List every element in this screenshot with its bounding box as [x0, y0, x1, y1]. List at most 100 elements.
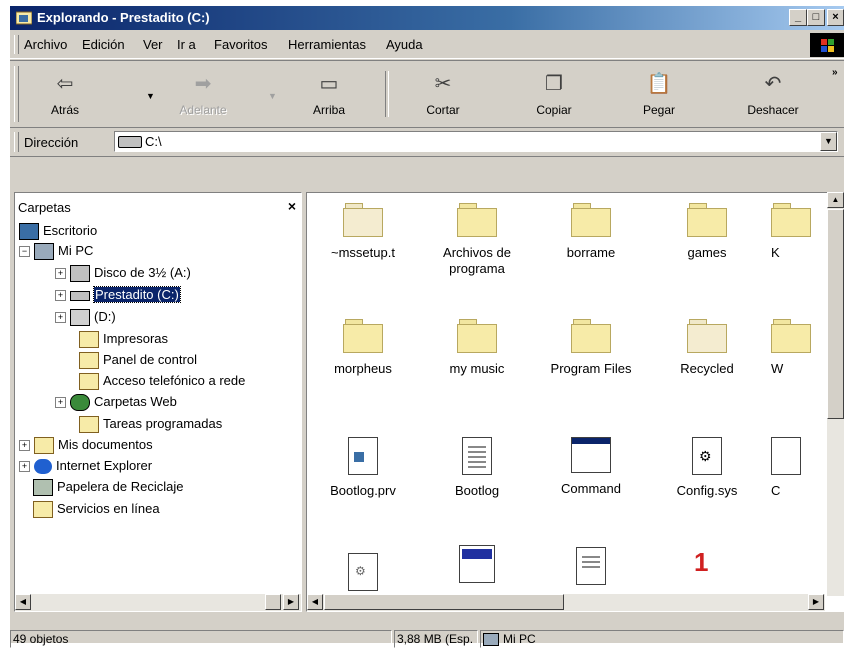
file-item[interactable]: my music	[422, 319, 532, 377]
title-bar[interactable]: Explorando - Prestadito (C:) _ □ ×	[10, 6, 844, 30]
file-name: W	[771, 361, 784, 376]
menu-ayuda[interactable]: Ayuda	[386, 37, 423, 52]
files-vertical-scrollbar[interactable]: ▲	[827, 192, 844, 596]
expand-icon[interactable]: +	[55, 397, 66, 409]
tree-item-disco-a[interactable]: + Disco de 3½ (A:)	[55, 263, 191, 283]
expand-icon[interactable]: +	[19, 461, 30, 473]
up-button[interactable]: ▭ Arriba	[294, 65, 364, 123]
scroll-thumb[interactable]	[827, 209, 844, 419]
file-item[interactable]: W	[771, 319, 831, 377]
file-item[interactable]: Command	[536, 437, 646, 497]
expand-icon[interactable]: +	[55, 290, 66, 302]
file-name: Program Files	[550, 361, 632, 376]
toolbar-grip[interactable]	[14, 66, 19, 122]
status-object-count: 49 objetos	[10, 630, 392, 648]
scroll-thumb[interactable]	[324, 594, 564, 610]
file-item[interactable]	[422, 545, 532, 583]
file-name: Recycled	[680, 361, 734, 376]
menu-ver[interactable]: Ver	[143, 37, 163, 52]
tree-item-servicios-en-linea[interactable]: Servicios en línea	[33, 499, 160, 519]
collapse-icon[interactable]: −	[19, 246, 30, 258]
file-item[interactable]: K	[771, 203, 831, 261]
files-horizontal-scrollbar[interactable]: ◀ ▶	[307, 594, 825, 611]
copy-button[interactable]: ❐ Copiar	[519, 65, 589, 123]
minimize-button[interactable]: _	[789, 9, 807, 26]
maximize-button[interactable]: □	[807, 9, 825, 26]
file-item[interactable]: Bootlog	[422, 437, 532, 499]
close-pane-button[interactable]: ×	[288, 198, 296, 214]
file-item[interactable]: Bootlog.prv	[308, 437, 418, 499]
tree-item-escritorio[interactable]: Escritorio	[19, 221, 97, 241]
folders-horizontal-scrollbar[interactable]: ◀ ▶	[15, 594, 301, 611]
file-item[interactable]: ⚙	[308, 553, 418, 591]
tree-item-carpetas-web[interactable]: + Carpetas Web	[55, 392, 177, 412]
forward-button[interactable]: ➡ Adelante	[168, 65, 238, 123]
scheduled-tasks-icon	[79, 416, 99, 434]
prv-file-icon	[348, 437, 378, 475]
menu-edicion[interactable]: Edición	[82, 37, 125, 52]
undo-label: Deshacer	[747, 103, 799, 117]
close-button[interactable]: ×	[827, 9, 844, 26]
expand-icon[interactable]: +	[55, 312, 66, 324]
forward-dropdown-icon[interactable]: ▼	[268, 91, 277, 101]
tree-item-prestadito-c[interactable]: + Prestadito (C:)	[55, 285, 181, 305]
file-item[interactable]: Archivos de programa	[422, 203, 532, 277]
forward-arrow-icon: ➡	[194, 73, 212, 95]
paste-button[interactable]: 📋 Pegar	[624, 65, 694, 123]
scroll-up-button[interactable]: ▲	[827, 192, 844, 208]
tree-item-internet-explorer[interactable]: + Internet Explorer	[19, 456, 152, 476]
expand-icon[interactable]: +	[19, 440, 30, 452]
status-bar: 49 objetos 3,88 MB (Esp. Mi PC	[10, 628, 844, 649]
file-item[interactable]: morpheus	[308, 319, 418, 377]
file-item[interactable]: ~mssetup.t	[308, 203, 418, 261]
scroll-thumb[interactable]	[265, 594, 281, 610]
address-label: Dirección	[24, 135, 79, 150]
tree-item-mis-documentos[interactable]: + Mis documentos	[19, 435, 153, 455]
dialup-folder-icon	[79, 373, 99, 391]
menu-favoritos[interactable]: Favoritos	[214, 37, 267, 52]
folder-icon	[771, 319, 811, 353]
window-title: Explorando - Prestadito (C:)	[37, 10, 210, 25]
menu-archivo[interactable]: Archivo	[24, 37, 67, 52]
hard-drive-icon	[70, 290, 90, 301]
tree-item-panel-de-control[interactable]: Panel de control	[79, 350, 197, 370]
file-item[interactable]: Recycled	[652, 319, 762, 377]
menu-grip[interactable]	[14, 35, 19, 54]
tree-item-acceso-telefonico[interactable]: Acceso telefónico a rede	[79, 371, 245, 391]
toolbar-overflow-icon[interactable]: »	[832, 67, 838, 78]
expand-icon[interactable]: +	[55, 268, 66, 280]
file-item[interactable]: games	[652, 203, 762, 261]
file-item[interactable]: Program Files	[536, 319, 646, 377]
scroll-right-button[interactable]: ▶	[283, 594, 299, 610]
tree-item-impresoras[interactable]: Impresoras	[79, 329, 168, 349]
tree-item-mi-pc[interactable]: − Mi PC	[19, 241, 93, 261]
scroll-left-button[interactable]: ◀	[15, 594, 31, 610]
tree-item-tareas-programadas[interactable]: Tareas programadas	[79, 414, 222, 434]
address-bar: Dirección C:\ ▼	[10, 128, 844, 157]
status-size: 3,88 MB (Esp.	[394, 630, 478, 648]
menu-ir-a[interactable]: Ir a	[177, 37, 196, 52]
file-item[interactable]	[536, 547, 646, 585]
back-button[interactable]: ⇦ Atrás	[30, 65, 100, 123]
undo-button[interactable]: ↶ Deshacer	[738, 65, 808, 123]
file-item[interactable]: C	[771, 437, 831, 499]
menu-bar: Archivo Edición Ver Ir a Favoritos Herra…	[10, 32, 844, 59]
file-name: my music	[449, 361, 505, 376]
file-item[interactable]: ⚙ Config.sys	[652, 437, 762, 499]
tree-item-d[interactable]: + (D:)	[55, 307, 116, 327]
scroll-left-button[interactable]: ◀	[307, 594, 323, 610]
copy-icon: ❐	[545, 73, 563, 95]
cut-button[interactable]: ✂ Cortar	[408, 65, 478, 123]
file-name: ~mssetup.t	[331, 245, 395, 260]
address-dropdown-button[interactable]: ▼	[820, 132, 837, 151]
file-name: Bootlog	[454, 483, 500, 498]
tree-item-papelera[interactable]: Papelera de Reciclaje	[33, 477, 183, 497]
menu-herramientas[interactable]: Herramientas	[288, 37, 366, 52]
address-input[interactable]: C:\ ▼	[114, 131, 838, 152]
address-grip[interactable]	[14, 132, 19, 152]
back-dropdown-icon[interactable]: ▼	[146, 91, 155, 101]
file-item[interactable]: borrame	[536, 203, 646, 261]
file-name: C	[771, 483, 781, 498]
scroll-right-button[interactable]: ▶	[808, 594, 824, 610]
file-item[interactable]: 1	[652, 545, 762, 583]
